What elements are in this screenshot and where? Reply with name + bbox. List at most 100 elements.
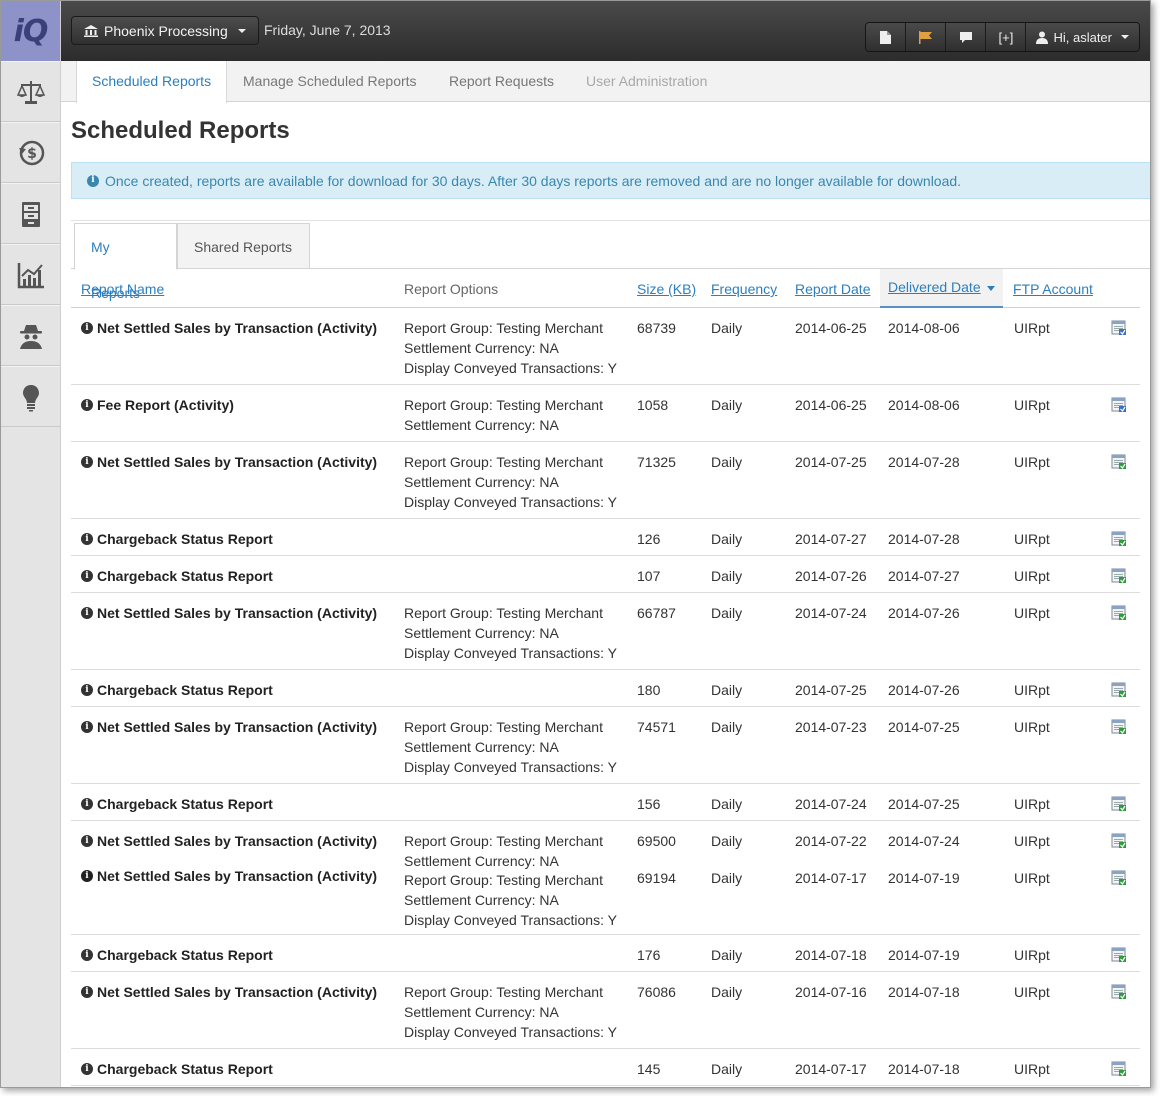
info-icon: [87, 174, 99, 187]
report-frequency: Daily: [711, 833, 743, 849]
sidebar-item-archive[interactable]: [1, 183, 60, 244]
lightbulb-icon: [22, 384, 39, 411]
info-icon[interactable]: [81, 456, 93, 468]
report-name[interactable]: Chargeback Status Report: [81, 945, 273, 965]
download-report-button[interactable]: [1111, 605, 1127, 626]
download-report-button[interactable]: [1111, 947, 1127, 968]
tab-my-reports[interactable]: My Reports: [74, 223, 177, 301]
report-options: Report Group: Testing Merchant Settlement…: [404, 982, 617, 1042]
report-name-text: Fee Report (Activity): [97, 397, 234, 413]
report-frequency: Daily: [711, 1061, 743, 1077]
info-icon[interactable]: [81, 684, 93, 696]
info-icon[interactable]: [81, 870, 93, 882]
chevron-down-icon: [237, 28, 246, 33]
expand-button[interactable]: [+]: [986, 23, 1027, 51]
delivered-date: 2014-08-06: [888, 320, 960, 336]
report-name[interactable]: Net Settled Sales by Transaction (Activi…: [81, 318, 377, 338]
report-frequency: Daily: [711, 320, 743, 336]
sidebar-item-insights[interactable]: [1, 366, 60, 427]
report-frequency: Daily: [711, 454, 743, 470]
download-report-button[interactable]: [1111, 397, 1127, 418]
sidebar-item-disputes[interactable]: [1, 61, 60, 122]
info-icon[interactable]: [81, 1063, 93, 1075]
sidebar-item-refunds[interactable]: $: [1, 122, 60, 183]
column-delivered-date-label: Delivered Date: [888, 279, 981, 295]
info-icon[interactable]: [81, 533, 93, 545]
tab-report-requests[interactable]: Report Requests: [434, 61, 569, 102]
column-report-name[interactable]: Report Name: [81, 281, 164, 297]
report-name[interactable]: Chargeback Status Report: [81, 794, 273, 814]
table-row: Chargeback Status Report 180 Daily 2014-07-…: [71, 670, 1140, 707]
tab-manage-scheduled-reports[interactable]: Manage Scheduled Reports: [228, 61, 432, 102]
info-icon[interactable]: [81, 798, 93, 810]
tab-scheduled-reports[interactable]: Scheduled Reports: [76, 61, 228, 103]
info-icon[interactable]: [81, 835, 93, 847]
report-name[interactable]: Net Settled Sales by Transaction (Activi…: [81, 831, 377, 851]
flag-button[interactable]: [906, 23, 947, 51]
column-delivered-date[interactable]: Delivered Date: [880, 269, 1003, 308]
sidebar-item-fraud[interactable]: [1, 305, 60, 366]
report-name[interactable]: Chargeback Status Report: [81, 1059, 273, 1079]
column-ftp-account[interactable]: FTP Account: [1013, 281, 1093, 297]
info-icon[interactable]: [81, 721, 93, 733]
report-size: 74571: [637, 719, 676, 735]
info-icon[interactable]: [81, 322, 93, 334]
report-option-line: Report Group: Testing Merchant: [404, 719, 603, 735]
report-name[interactable]: Fee Report (Activity): [81, 395, 234, 415]
info-icon[interactable]: [81, 570, 93, 582]
info-icon[interactable]: [81, 986, 93, 998]
line-chart-icon: [17, 262, 44, 288]
download-report-button[interactable]: [1111, 320, 1127, 341]
report-date: 2014-07-26: [795, 568, 867, 584]
messages-button[interactable]: [946, 23, 987, 51]
column-report-date[interactable]: Report Date: [795, 281, 870, 297]
merchant-selector-button[interactable]: Phoenix Processing: [71, 16, 259, 45]
download-report-button[interactable]: [1111, 531, 1127, 552]
tab-shared-reports[interactable]: Shared Reports: [177, 223, 310, 269]
document-icon: [880, 30, 892, 44]
report-name[interactable]: Net Settled Sales by Transaction (Activi…: [81, 717, 377, 737]
info-icon[interactable]: [81, 949, 93, 961]
download-report-button[interactable]: [1111, 796, 1127, 817]
download-report-button[interactable]: [1111, 454, 1127, 475]
report-name-text: Chargeback Status Report: [97, 1061, 273, 1077]
download-report-button[interactable]: [1111, 984, 1127, 1005]
download-report-button[interactable]: [1111, 1061, 1127, 1082]
download-report-button[interactable]: [1111, 833, 1127, 854]
delivered-date: 2014-07-24: [888, 833, 960, 849]
ftp-account: UIRpt: [1014, 947, 1050, 963]
delivered-date: 2014-07-27: [888, 568, 960, 584]
reports-table: Report Name Report Options Size (KB) Fre…: [71, 269, 1140, 1086]
excel-file-icon: [1111, 833, 1126, 848]
new-document-button[interactable]: [866, 23, 907, 51]
delivered-date: 2014-07-26: [888, 682, 960, 698]
report-name[interactable]: Net Settled Sales by Transaction (Activi…: [81, 452, 377, 472]
user-menu-button[interactable]: Hi, aslater: [1026, 23, 1139, 51]
app-window: iQ $ Phoenix Processing Friday, June 7, …: [0, 0, 1151, 1088]
info-icon[interactable]: [81, 399, 93, 411]
report-name[interactable]: Net Settled Sales by Transaction (Activi…: [81, 603, 377, 623]
column-size[interactable]: Size (KB): [637, 281, 696, 297]
download-report-button[interactable]: [1111, 719, 1127, 740]
column-frequency[interactable]: Frequency: [711, 281, 777, 297]
sidebar-item-analytics[interactable]: [1, 244, 60, 305]
report-name[interactable]: Chargeback Status Report: [81, 680, 273, 700]
page-title: Scheduled Reports: [71, 117, 290, 144]
table-row: Net Settled Sales by Transaction (Activi…: [71, 442, 1140, 519]
report-name[interactable]: Chargeback Status Report: [81, 566, 273, 586]
app-logo[interactable]: iQ: [1, 1, 60, 61]
report-options: Report Group: Testing Merchant Settlement…: [404, 395, 603, 435]
download-report-button[interactable]: [1111, 682, 1127, 703]
info-icon[interactable]: [81, 607, 93, 619]
excel-file-icon: [1111, 1061, 1126, 1076]
report-frequency: Daily: [711, 719, 743, 735]
report-option-line: Report Group: Testing Merchant: [404, 397, 603, 413]
report-name[interactable]: Net Settled Sales by Transaction (Activi…: [81, 982, 377, 1002]
report-date: 2014-06-25: [795, 397, 867, 413]
download-report-button[interactable]: [1111, 568, 1127, 589]
report-frequency: Daily: [711, 947, 743, 963]
report-name[interactable]: Net Settled Sales by Transaction (Activi…: [81, 868, 377, 884]
report-name[interactable]: Chargeback Status Report: [81, 529, 273, 549]
download-report-button[interactable]: [1111, 870, 1127, 891]
spy-icon: [19, 324, 42, 349]
